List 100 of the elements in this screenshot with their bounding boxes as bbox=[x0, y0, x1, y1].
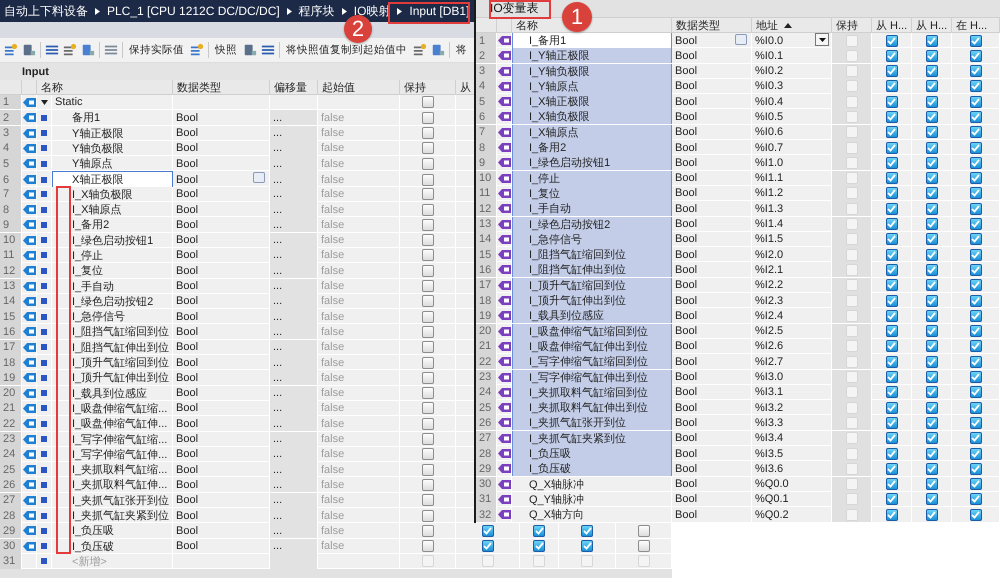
checkbox[interactable] bbox=[970, 202, 982, 215]
checkbox[interactable] bbox=[970, 325, 982, 338]
data-type-cell[interactable]: Bool bbox=[672, 430, 752, 446]
checkbox[interactable] bbox=[422, 510, 434, 522]
tag-name-cell[interactable]: I_吸盘伸缩气缸缩回到位 bbox=[512, 324, 672, 339]
checkbox[interactable] bbox=[970, 187, 982, 200]
checkbox[interactable] bbox=[970, 294, 982, 307]
column-header[interactable]: 在 H... bbox=[956, 18, 988, 33]
checkbox[interactable] bbox=[886, 493, 898, 506]
checkbox[interactable] bbox=[886, 80, 898, 92]
checkbox[interactable] bbox=[970, 34, 982, 46]
checkbox[interactable] bbox=[886, 202, 898, 215]
data-type-cell[interactable]: Bool bbox=[672, 247, 752, 262]
tag-name-cell[interactable]: I_备用1 bbox=[512, 33, 672, 48]
checkbox[interactable] bbox=[886, 371, 898, 384]
checkbox[interactable] bbox=[886, 264, 898, 276]
column-header[interactable]: 从 H... bbox=[916, 18, 948, 33]
checkbox[interactable] bbox=[926, 172, 938, 184]
checkbox[interactable] bbox=[886, 187, 898, 200]
tag-name-cell[interactable]: I_负压吸 bbox=[512, 446, 672, 462]
checkbox[interactable] bbox=[886, 325, 898, 338]
checkbox[interactable] bbox=[926, 493, 938, 506]
tag-name-cell[interactable]: I_停止 bbox=[512, 170, 672, 186]
checkbox[interactable] bbox=[886, 126, 898, 138]
tag-name-cell[interactable]: Q_X轴方向 bbox=[512, 507, 672, 522]
data-type-cell[interactable]: Bool bbox=[672, 64, 752, 79]
checkbox[interactable] bbox=[886, 50, 898, 62]
checkbox[interactable] bbox=[926, 508, 938, 521]
checkbox[interactable] bbox=[422, 326, 434, 338]
checkbox[interactable] bbox=[422, 264, 434, 277]
data-type-cell[interactable]: Bool bbox=[672, 492, 752, 507]
tag-name-cell[interactable]: I_顶升气缸伸出到位 bbox=[512, 293, 672, 308]
tag-name-cell[interactable]: I_急停信号 bbox=[512, 232, 672, 247]
checkbox[interactable] bbox=[970, 493, 982, 506]
data-type-cell[interactable]: Bool bbox=[672, 124, 752, 140]
breadcrumb-item[interactable]: 程序块 bbox=[298, 2, 335, 20]
checkbox[interactable] bbox=[422, 158, 434, 170]
checkbox[interactable] bbox=[926, 279, 938, 292]
address-cell[interactable]: %I0.0 bbox=[752, 33, 832, 48]
checkbox[interactable] bbox=[422, 494, 434, 506]
checkbox[interactable] bbox=[886, 416, 898, 429]
checkbox[interactable] bbox=[886, 279, 898, 292]
checkbox[interactable] bbox=[422, 341, 434, 354]
checkbox[interactable] bbox=[422, 387, 434, 400]
checkbox[interactable] bbox=[886, 478, 898, 490]
tag-name-cell[interactable]: I_绿色启动按钮1 bbox=[512, 155, 672, 170]
tag-name-cell[interactable]: Q_X轴脉冲 bbox=[512, 476, 672, 492]
column-header[interactable]: 名称 bbox=[41, 80, 63, 95]
checkbox[interactable] bbox=[886, 34, 898, 46]
column-header[interactable]: 地址 bbox=[756, 18, 778, 33]
data-type-cell[interactable]: Bool bbox=[672, 415, 752, 430]
tag-name-cell[interactable]: I_X轴原点 bbox=[512, 124, 672, 140]
breadcrumb-item[interactable]: PLC_1 [CPU 1212C DC/DC/DC] bbox=[107, 4, 280, 18]
checkbox[interactable] bbox=[422, 448, 434, 460]
checkbox[interactable] bbox=[926, 50, 938, 62]
checkbox[interactable] bbox=[886, 156, 898, 169]
checkbox[interactable] bbox=[886, 462, 898, 475]
data-type-cell[interactable]: Bool bbox=[672, 201, 752, 216]
checkbox[interactable] bbox=[422, 218, 434, 231]
data-type-cell[interactable]: Bool bbox=[672, 400, 752, 416]
tag-name-cell[interactable]: I_顶升气缸缩回到位 bbox=[512, 278, 672, 293]
tag-name-cell[interactable]: I_Y轴原点 bbox=[512, 78, 672, 94]
checkbox[interactable] bbox=[886, 218, 898, 230]
checkbox[interactable] bbox=[886, 110, 898, 123]
checkbox[interactable] bbox=[926, 218, 938, 230]
tag-name-cell[interactable]: I_写字伸缩气缸缩回到位 bbox=[512, 354, 672, 370]
checkbox[interactable] bbox=[422, 433, 434, 446]
checkbox[interactable] bbox=[886, 233, 898, 246]
data-type-cell[interactable]: Bool bbox=[672, 170, 752, 186]
checkbox[interactable] bbox=[638, 540, 650, 552]
checkbox[interactable] bbox=[970, 50, 982, 62]
tag-name-cell[interactable]: I_吸盘伸缩气缸伸... bbox=[52, 416, 173, 432]
data-type-cell[interactable]: Bool bbox=[672, 140, 752, 156]
toolbar-button[interactable]: 快照 bbox=[213, 43, 239, 57]
data-type-cell[interactable]: Bool bbox=[672, 94, 752, 110]
checkbox[interactable] bbox=[422, 356, 434, 369]
checkbox[interactable] bbox=[970, 356, 982, 368]
checkbox[interactable] bbox=[926, 80, 938, 92]
column-header[interactable]: 保持 bbox=[404, 80, 426, 95]
data-type-cell[interactable]: Bool bbox=[672, 507, 752, 522]
tag-name-cell[interactable]: I_备用2 bbox=[52, 217, 173, 232]
data-type-cell[interactable]: Bool bbox=[672, 48, 752, 64]
checkbox[interactable] bbox=[970, 448, 982, 460]
checkbox[interactable] bbox=[970, 310, 982, 322]
checkbox[interactable] bbox=[970, 156, 982, 169]
tag-name-cell[interactable]: I_Y轴负极限 bbox=[512, 64, 672, 79]
tag-name-cell[interactable]: I_Y轴正极限 bbox=[512, 48, 672, 64]
data-type-cell[interactable]: Bool bbox=[672, 216, 752, 232]
data-type-cell[interactable]: Bool bbox=[672, 308, 752, 324]
checkbox[interactable] bbox=[886, 65, 898, 78]
data-type-cell[interactable]: Bool bbox=[672, 476, 752, 492]
checkbox[interactable] bbox=[422, 188, 434, 200]
checkbox[interactable] bbox=[886, 96, 898, 108]
checkbox[interactable] bbox=[970, 402, 982, 414]
checkbox[interactable] bbox=[482, 540, 494, 552]
checkbox[interactable] bbox=[970, 508, 982, 521]
tag-name-cell[interactable]: I_顶升气缸伸出到位 bbox=[52, 370, 173, 386]
tag-name-cell[interactable]: I_复位 bbox=[512, 186, 672, 201]
checkbox[interactable] bbox=[926, 264, 938, 276]
data-type-cell[interactable]: Bool bbox=[672, 232, 752, 247]
